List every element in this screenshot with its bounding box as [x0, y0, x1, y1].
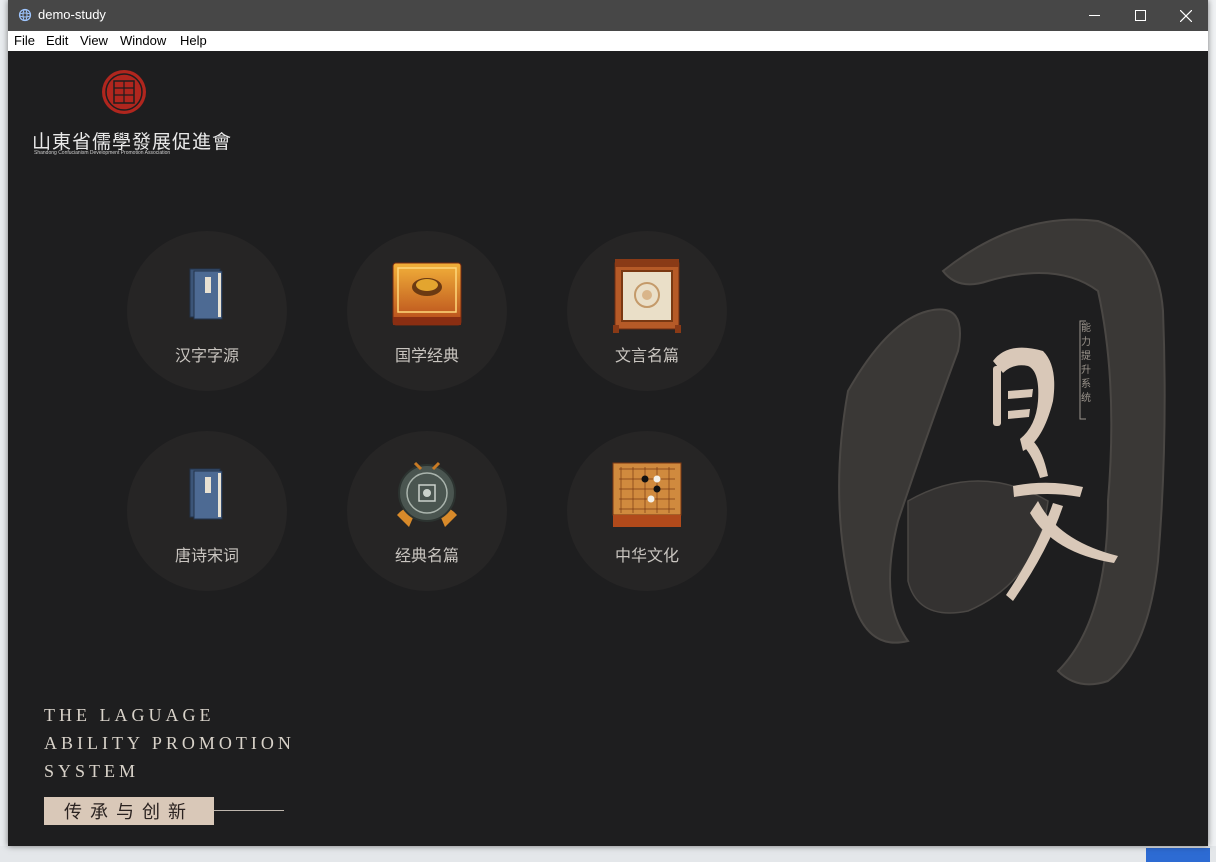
tile-tang-song-poetry[interactable]: 唐诗宋词 — [127, 431, 287, 591]
desktop-button — [1146, 848, 1210, 862]
calligraphy-decoration: 能力提升系统 — [838, 218, 1166, 686]
menu-window[interactable]: Window — [120, 33, 166, 48]
treasure-box-icon — [392, 262, 462, 326]
tile-chinese-culture[interactable]: 中华文化 — [567, 431, 727, 591]
motto-divider — [214, 810, 284, 811]
tile-label: 经典名篇 — [394, 546, 459, 565]
slogan-line-1: THE LAGUAGE — [44, 705, 215, 725]
menu-file[interactable]: File — [14, 33, 35, 48]
tile-label: 国学经典 — [394, 346, 459, 365]
book-icon — [189, 468, 223, 520]
vertical-system-text: 能力提升系统 — [1081, 321, 1091, 404]
slogan: THE LAGUAGE ABILITY PROMOTION SYSTEM — [44, 701, 295, 785]
close-icon — [1180, 9, 1192, 22]
tile-hanzi-origin[interactable]: 汉字字源 — [127, 231, 287, 391]
minimize-button[interactable] — [1071, 0, 1117, 31]
app-icon — [18, 8, 32, 22]
tile-guoxue-classics[interactable]: 国学经典 — [347, 231, 507, 391]
go-board-icon — [612, 462, 682, 527]
tile-label: 唐诗宋词 — [174, 546, 239, 565]
menu-view[interactable]: View — [80, 33, 108, 48]
menu-help[interactable]: Help — [180, 33, 207, 48]
menu-bar: File Edit View Window Help — [8, 31, 1208, 51]
tile-classic-works[interactable]: 经典名篇 — [347, 431, 507, 591]
logo-english-name: Shandong Confucianism Development Promot… — [34, 150, 171, 156]
tile-label: 中华文化 — [614, 546, 679, 565]
window-title: demo-study — [38, 7, 106, 22]
main-content: 山東省儒學發展促進會 Shandong Confucianism Develop… — [8, 51, 1208, 846]
painting-frame-icon — [613, 259, 681, 333]
slogan-line-2: ABILITY PROMOTION — [44, 733, 295, 753]
close-button[interactable] — [1163, 0, 1209, 31]
menu-edit[interactable]: Edit — [46, 33, 68, 48]
tile-label: 汉字字源 — [174, 346, 239, 365]
slogan-line-3: SYSTEM — [44, 761, 140, 781]
book-icon — [189, 268, 223, 320]
bronze-mirror-icon — [397, 461, 457, 527]
desktop-background-left — [0, 0, 8, 862]
association-logo: 山東省儒學發展促進會 Shandong Confucianism Develop… — [30, 69, 231, 159]
tile-classical-chinese[interactable]: 文言名篇 — [567, 231, 727, 391]
minimize-icon — [1088, 15, 1100, 16]
seal-icon — [102, 70, 146, 114]
desktop-taskbar-strip — [0, 846, 1216, 862]
app-window: demo-study File Edit View Window Help 山東… — [8, 0, 1208, 846]
title-bar[interactable]: demo-study — [8, 0, 1208, 31]
maximize-icon — [1134, 10, 1146, 21]
desktop-background-right — [1208, 0, 1216, 862]
motto-badge: 传承与创新 — [44, 797, 214, 825]
maximize-button[interactable] — [1117, 0, 1163, 31]
tile-label: 文言名篇 — [614, 346, 679, 365]
